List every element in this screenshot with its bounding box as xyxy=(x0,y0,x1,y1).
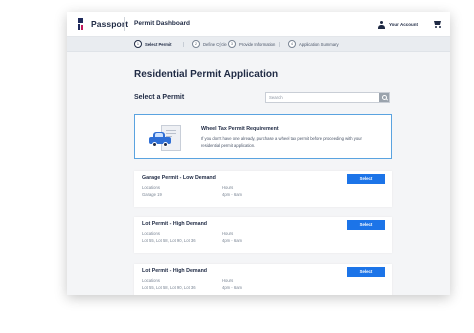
account-menu[interactable]: Your Account xyxy=(378,20,418,29)
progress-steps: 1 Select Permit 2 Define Cycle 3 Provide… xyxy=(67,37,450,52)
locations-value: Lot 55, Lot 58, Lot 90, Lot 36 xyxy=(142,285,196,290)
select-button[interactable]: Select xyxy=(347,220,385,230)
passport-logo-icon[interactable] xyxy=(78,18,87,30)
step-define-cycle[interactable]: 2 Define Cycle xyxy=(192,40,227,48)
locations-label: Locations xyxy=(142,231,160,236)
hours-label: Hours xyxy=(222,278,234,283)
permit-title: Lot Permit - High Demand xyxy=(142,221,208,227)
permit-title: Garage Permit - Low Demand xyxy=(142,175,216,181)
step-divider xyxy=(279,42,280,47)
select-button[interactable]: Select xyxy=(347,174,385,184)
step-application-summary[interactable]: 4 Application Summary xyxy=(288,40,339,48)
header-divider xyxy=(124,17,125,31)
info-title: Wheel Tax Permit Requirement xyxy=(201,126,279,132)
step-label: Define Cycle xyxy=(203,41,227,47)
brand-name[interactable]: Passport xyxy=(91,19,128,29)
wheel-tax-info-box: Wheel Tax Permit Requirement If you don'… xyxy=(134,114,392,159)
permit-title: Lot Permit - High Demand xyxy=(142,268,208,274)
step-provide-information[interactable]: 3 Provide Information xyxy=(228,40,275,48)
step-number: 4 xyxy=(288,40,296,48)
permit-card: Lot Permit - High Demand Locations Lot 5… xyxy=(134,217,392,253)
step-select-permit[interactable]: 1 Select Permit xyxy=(134,40,172,48)
hours-label: Hours xyxy=(222,185,234,190)
dashboard-title[interactable]: Permit Dashboard xyxy=(134,20,190,27)
search-input[interactable] xyxy=(266,93,381,102)
locations-label: Locations xyxy=(142,278,160,283)
locations-value: Garage 19 xyxy=(142,192,162,197)
locations-label: Locations xyxy=(142,185,160,190)
step-number: 3 xyxy=(228,40,236,48)
hours-value: 4pm - 6am xyxy=(222,192,243,197)
app-window: Passport Permit Dashboard Your Account 1… xyxy=(67,12,450,295)
step-label: Application Summary xyxy=(299,41,339,47)
cart-icon[interactable] xyxy=(433,20,442,28)
locations-value: Lot 55, Lot 58, Lot 90, Lot 36 xyxy=(142,238,196,243)
step-number: 1 xyxy=(134,40,142,48)
step-divider xyxy=(220,42,221,47)
account-label: Your Account xyxy=(389,22,418,27)
section-title: Select a Permit xyxy=(134,94,185,101)
hours-label: Hours xyxy=(222,231,234,236)
top-navbar: Passport Permit Dashboard Your Account xyxy=(67,12,450,37)
user-icon xyxy=(378,20,385,29)
search-box xyxy=(265,92,390,103)
permit-card: Lot Permit - High Demand Locations Lot 5… xyxy=(134,264,392,295)
permit-card: Garage Permit - Low Demand Locations Gar… xyxy=(134,171,392,207)
step-number: 2 xyxy=(192,40,200,48)
search-button[interactable] xyxy=(379,93,389,102)
info-description: If you don't have one already, purchase … xyxy=(201,136,362,148)
step-label: Select Permit xyxy=(145,41,172,47)
step-label: Provide Information xyxy=(239,41,276,47)
hours-value: 4pm - 6am xyxy=(222,238,243,243)
car-permit-icon xyxy=(147,123,183,151)
page-title: Residential Permit Application xyxy=(134,69,279,80)
select-button[interactable]: Select xyxy=(347,267,385,277)
step-divider xyxy=(183,42,184,47)
hours-value: 4pm - 6am xyxy=(222,285,243,290)
